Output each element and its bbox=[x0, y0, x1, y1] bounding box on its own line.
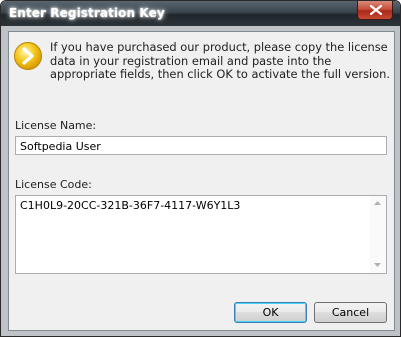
license-code-value: C1H0L9-20CC-321B-36F7-4117-W6Y1L3 bbox=[20, 199, 241, 212]
cancel-button[interactable]: Cancel bbox=[314, 302, 387, 323]
license-code-textarea[interactable]: C1H0L9-20CC-321B-36F7-4117-W6Y1L3 bbox=[15, 195, 387, 274]
dialog-body: If you have purchased our product, pleas… bbox=[8, 31, 395, 331]
scroll-up-arrow-icon[interactable] bbox=[374, 201, 381, 205]
license-name-label: License Name: bbox=[15, 119, 97, 132]
ok-button[interactable]: OK bbox=[234, 302, 307, 323]
close-button[interactable] bbox=[357, 1, 393, 20]
title-bar[interactable]: Enter Registration Key bbox=[1, 1, 400, 26]
info-message: If you have purchased our product, pleas… bbox=[50, 40, 390, 82]
license-code-label: License Code: bbox=[15, 178, 92, 191]
arrow-right-icon bbox=[14, 42, 42, 70]
scroll-down-arrow-icon[interactable] bbox=[374, 263, 381, 267]
license-name-input[interactable]: Softpedia User bbox=[15, 136, 387, 155]
vertical-scrollbar[interactable] bbox=[370, 196, 386, 273]
window-title: Enter Registration Key bbox=[9, 6, 165, 20]
registration-dialog: Enter Registration Key If you have purch… bbox=[0, 0, 401, 337]
close-icon bbox=[370, 5, 382, 15]
